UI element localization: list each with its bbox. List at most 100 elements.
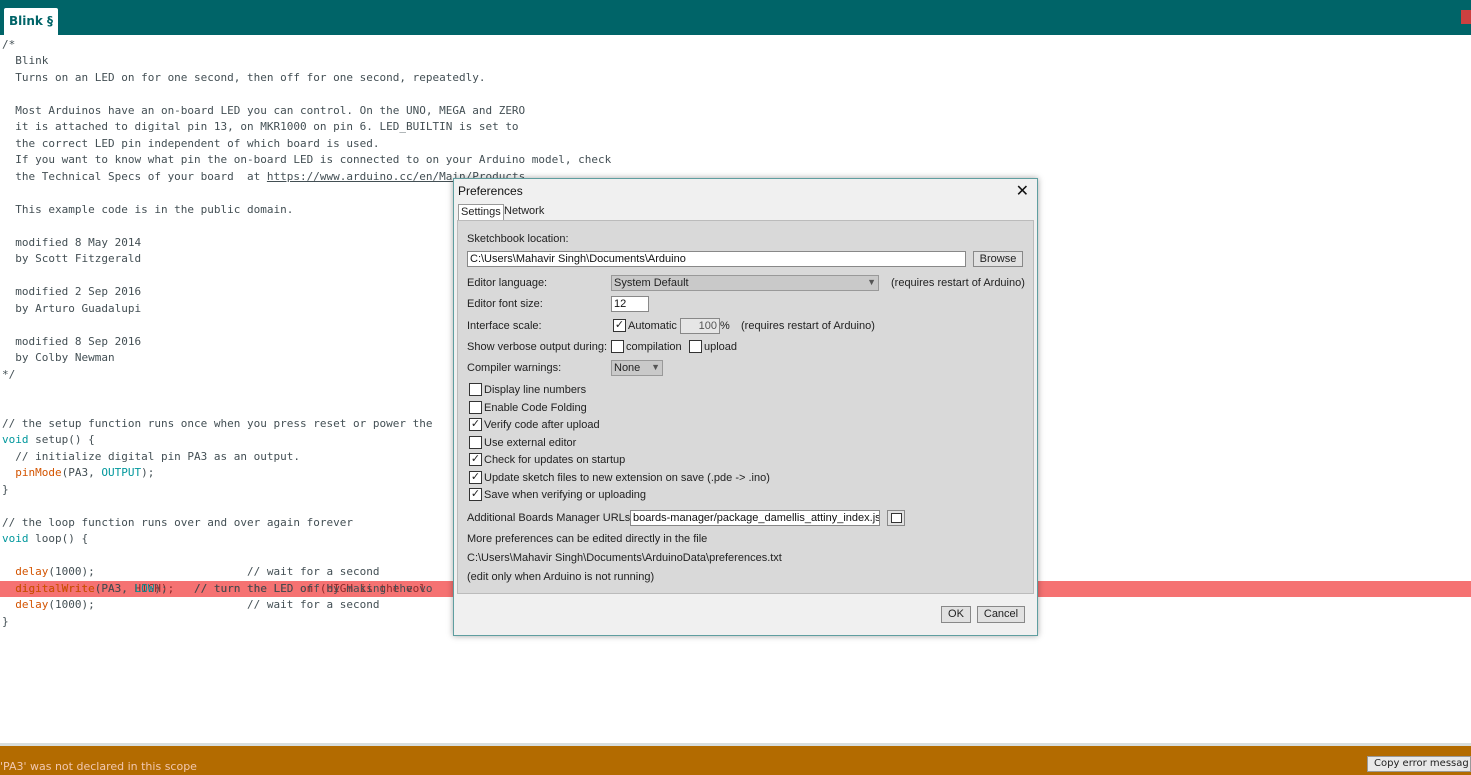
sketchbook-field[interactable]: C:\Users\Mahavir Singh\Documents\Arduino bbox=[467, 251, 966, 267]
compiler-warnings-label: Compiler warnings: bbox=[467, 362, 562, 374]
upload-label: upload bbox=[704, 341, 738, 353]
chevron-down-icon: ▼ bbox=[651, 362, 660, 372]
compiler-warnings-select[interactable]: None ▼ bbox=[611, 360, 663, 376]
function-name: delay bbox=[15, 565, 49, 578]
more-prefs-text: More preferences can be edited directly … bbox=[467, 533, 708, 545]
boards-urls-label: Additional Boards Manager URLs: bbox=[467, 512, 634, 524]
update-extension-checkbox[interactable]: ✓ bbox=[469, 471, 482, 484]
preferences-dialog: Preferences ✕ Settings Network Sketchboo… bbox=[453, 178, 1038, 636]
code-line: // initialize digital pin PA3 as an outp… bbox=[2, 450, 301, 463]
sketchbook-label: Sketchbook location: bbox=[467, 233, 569, 245]
editor-language-select[interactable]: System Default ▼ bbox=[611, 275, 879, 291]
code-line: } bbox=[2, 483, 9, 496]
code-text: (PA3, bbox=[61, 466, 102, 479]
code-line: // the loop function runs over and over … bbox=[2, 516, 353, 529]
code-text: the Technical Specs of your board at bbox=[2, 170, 267, 183]
display-line-numbers-checkbox[interactable] bbox=[469, 383, 482, 396]
code-folding-checkbox[interactable] bbox=[469, 401, 482, 414]
code-text: ); bbox=[141, 466, 155, 479]
save-verify-checkbox[interactable]: ✓ bbox=[469, 488, 482, 501]
editor-language-label: Editor language: bbox=[467, 277, 548, 289]
close-icon[interactable]: ✕ bbox=[1016, 181, 1029, 201]
toolbar-bar: Blink § bbox=[0, 0, 1471, 35]
update-extension-label: Update sketch files to new extension on … bbox=[484, 472, 770, 484]
code-line: // the setup function runs once when you… bbox=[2, 417, 433, 430]
display-line-numbers-label: Display line numbers bbox=[484, 384, 587, 396]
code-line: void loop() { bbox=[2, 531, 88, 547]
code-line: void setup() { bbox=[2, 432, 95, 448]
check-updates-checkbox[interactable]: ✓ bbox=[469, 453, 482, 466]
compiler-warnings-value: None bbox=[614, 362, 641, 374]
compilation-checkbox[interactable] bbox=[611, 340, 624, 353]
check-updates-label: Check for updates on startup bbox=[484, 454, 626, 466]
code-text: (1000); // wait for a second bbox=[48, 565, 380, 578]
code-line: by Arturo Guadalupi bbox=[2, 302, 142, 315]
code-line: If you want to know what pin the on-boar… bbox=[2, 153, 612, 166]
code-line: /* bbox=[2, 38, 16, 51]
code-text: setup() { bbox=[28, 433, 95, 446]
function-name: digitalWrite bbox=[15, 582, 95, 595]
code-line: modified 2 Sep 2016 bbox=[2, 285, 142, 298]
font-size-field[interactable]: 12 bbox=[611, 296, 649, 312]
code-line: modified 8 Sep 2016 bbox=[2, 335, 142, 348]
save-verify-label: Save when verifying or uploading bbox=[484, 489, 647, 501]
prefs-path[interactable]: C:\Users\Mahavir Singh\Documents\Arduino… bbox=[467, 552, 782, 564]
edit-note: (edit only when Arduino is not running) bbox=[467, 571, 655, 583]
edit-urls-button[interactable] bbox=[887, 510, 905, 526]
close-icon[interactable] bbox=[1461, 10, 1471, 24]
code-line: } bbox=[2, 615, 9, 628]
verify-upload-checkbox[interactable]: ✓ bbox=[469, 418, 482, 431]
tab-settings[interactable]: Settings bbox=[458, 204, 504, 220]
dialog-title: Preferences bbox=[458, 184, 523, 198]
verify-upload-label: Verify code after upload bbox=[484, 419, 600, 431]
error-message: 'PA3' was not declared in this scope bbox=[0, 760, 197, 773]
copy-error-button[interactable]: Copy error messag bbox=[1367, 756, 1471, 772]
automatic-label: Automatic bbox=[628, 320, 677, 332]
font-size-label: Editor font size: bbox=[467, 298, 543, 310]
keyword: void bbox=[2, 433, 29, 446]
boards-urls-field[interactable]: boards-manager/package_damellis_attiny_i… bbox=[630, 510, 880, 526]
external-editor-checkbox[interactable] bbox=[469, 436, 482, 449]
cancel-button[interactable]: Cancel bbox=[977, 606, 1025, 623]
editor-language-value: System Default bbox=[614, 277, 689, 289]
external-editor-label: Use external editor bbox=[484, 437, 577, 449]
automatic-checkbox[interactable]: ✓ bbox=[613, 319, 626, 332]
scale-input[interactable]: 100 bbox=[680, 318, 720, 334]
scale-restart-note: (requires restart of Arduino) bbox=[741, 320, 875, 332]
ok-button[interactable]: OK bbox=[941, 606, 971, 623]
browse-button[interactable]: Browse bbox=[973, 251, 1023, 267]
interface-scale-label: Interface scale: bbox=[467, 320, 542, 332]
percent-label: % bbox=[720, 320, 730, 332]
settings-panel: Sketchbook location: C:\Users\Mahavir Si… bbox=[457, 220, 1034, 594]
constant: LOW bbox=[134, 582, 155, 595]
function-name: pinMode bbox=[15, 466, 62, 479]
constant: OUTPUT bbox=[101, 466, 142, 479]
code-line: digitalWrite(PA3, LOW); // turn the LED … bbox=[2, 581, 433, 597]
status-bar: 'PA3' was not declared in this scope Cop… bbox=[0, 746, 1471, 775]
tab-blink[interactable]: Blink § bbox=[4, 8, 58, 35]
keyword: void bbox=[2, 532, 29, 545]
code-text: (PA3, bbox=[94, 582, 135, 595]
code-folding-label: Enable Code Folding bbox=[484, 402, 587, 414]
code-line: This example code is in the public domai… bbox=[2, 203, 294, 216]
code-line: */ bbox=[2, 368, 16, 381]
compilation-label: compilation bbox=[626, 341, 682, 353]
code-line: modified 8 May 2014 bbox=[2, 236, 142, 249]
code-line: pinMode(PA3, OUTPUT); bbox=[2, 465, 154, 481]
chevron-down-icon: ▼ bbox=[867, 277, 876, 287]
code-line: it is attached to digital pin 13, on MKR… bbox=[2, 120, 519, 133]
code-line: the correct LED pin independent of which… bbox=[2, 137, 380, 150]
function-name: delay bbox=[15, 598, 49, 611]
upload-checkbox[interactable] bbox=[689, 340, 702, 353]
language-restart-note: (requires restart of Arduino) bbox=[891, 277, 1025, 289]
tab-network[interactable]: Network bbox=[502, 204, 546, 219]
code-line: Blink bbox=[2, 54, 49, 67]
code-line: delay(1000); // wait for a second bbox=[2, 564, 380, 580]
code-line: Most Arduinos have an on-board LED you c… bbox=[2, 104, 526, 117]
code-text: (1000); // wait for a second bbox=[48, 598, 380, 611]
window-icon bbox=[891, 513, 902, 523]
code-line: Turns on an LED on for one second, then … bbox=[2, 71, 486, 84]
code-text: ); // turn the LED off by making the vo bbox=[154, 582, 433, 595]
verbose-label: Show verbose output during: bbox=[467, 341, 608, 353]
code-text: loop() { bbox=[28, 532, 89, 545]
